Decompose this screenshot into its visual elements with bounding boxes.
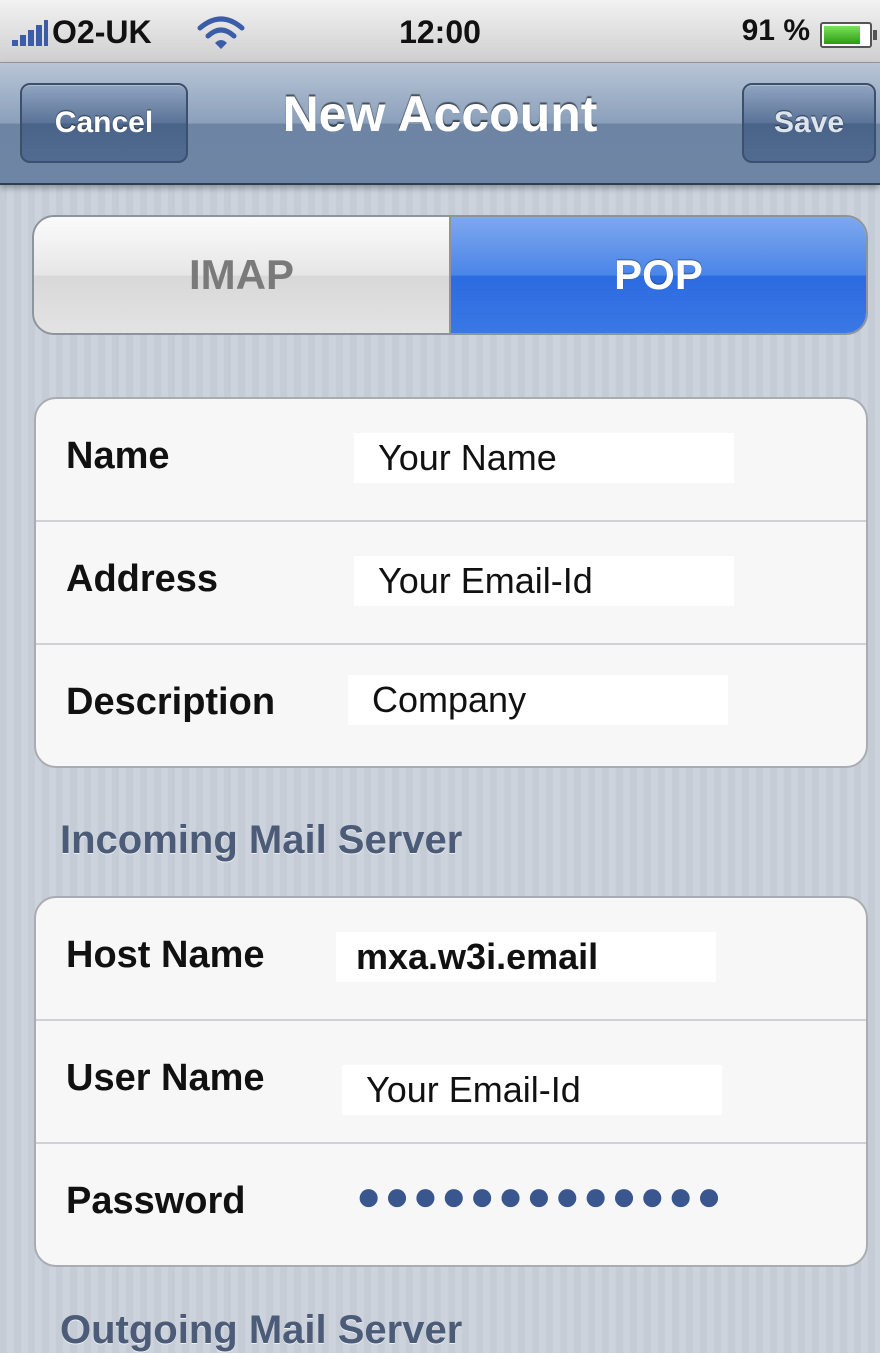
- account-info-group: Name Your Name Address Your Email-Id Des…: [34, 397, 868, 768]
- incoming-mail-server-header: Incoming Mail Server: [60, 818, 463, 862]
- user-name-label: User Name: [66, 1057, 265, 1099]
- segment-imap[interactable]: IMAP: [34, 217, 451, 333]
- host-name-field[interactable]: mxa.w3i.email: [336, 932, 716, 982]
- status-bar: O2-UK 12:00 91 %: [0, 0, 880, 63]
- name-label: Name: [66, 435, 170, 477]
- address-field[interactable]: Your Email-Id: [354, 556, 734, 606]
- account-type-segmented-control: IMAP POP: [32, 215, 868, 335]
- user-name-field[interactable]: Your Email-Id: [342, 1065, 722, 1115]
- address-label: Address: [66, 558, 219, 600]
- save-button[interactable]: Save: [742, 83, 876, 163]
- battery-percentage: 91 %: [741, 14, 810, 47]
- navigation-bar: Cancel New Account Save: [0, 63, 880, 185]
- name-field[interactable]: Your Name: [354, 433, 734, 483]
- host-name-label: Host Name: [66, 934, 265, 976]
- battery-fill: [824, 26, 861, 44]
- incoming-server-group: Host Name mxa.w3i.email User Name Your E…: [34, 896, 868, 1267]
- battery-icon: [820, 22, 877, 48]
- user-name-row[interactable]: User Name Your Email-Id: [36, 1021, 866, 1144]
- password-field[interactable]: ●●●●●●●●●●●●●: [356, 1168, 736, 1224]
- password-row[interactable]: Password ●●●●●●●●●●●●●: [36, 1144, 866, 1265]
- address-row[interactable]: Address Your Email-Id: [36, 522, 866, 645]
- password-label: Password: [66, 1180, 246, 1222]
- name-row[interactable]: Name Your Name: [36, 399, 866, 522]
- host-name-row[interactable]: Host Name mxa.w3i.email: [36, 898, 866, 1021]
- description-field[interactable]: Company: [348, 675, 728, 725]
- outgoing-mail-server-header: Outgoing Mail Server: [60, 1308, 463, 1352]
- cancel-button[interactable]: Cancel: [20, 83, 188, 163]
- description-row[interactable]: Description Company: [36, 645, 866, 766]
- description-label: Description: [66, 681, 276, 723]
- segment-pop[interactable]: POP: [451, 217, 866, 333]
- page-title: New Account: [282, 86, 598, 142]
